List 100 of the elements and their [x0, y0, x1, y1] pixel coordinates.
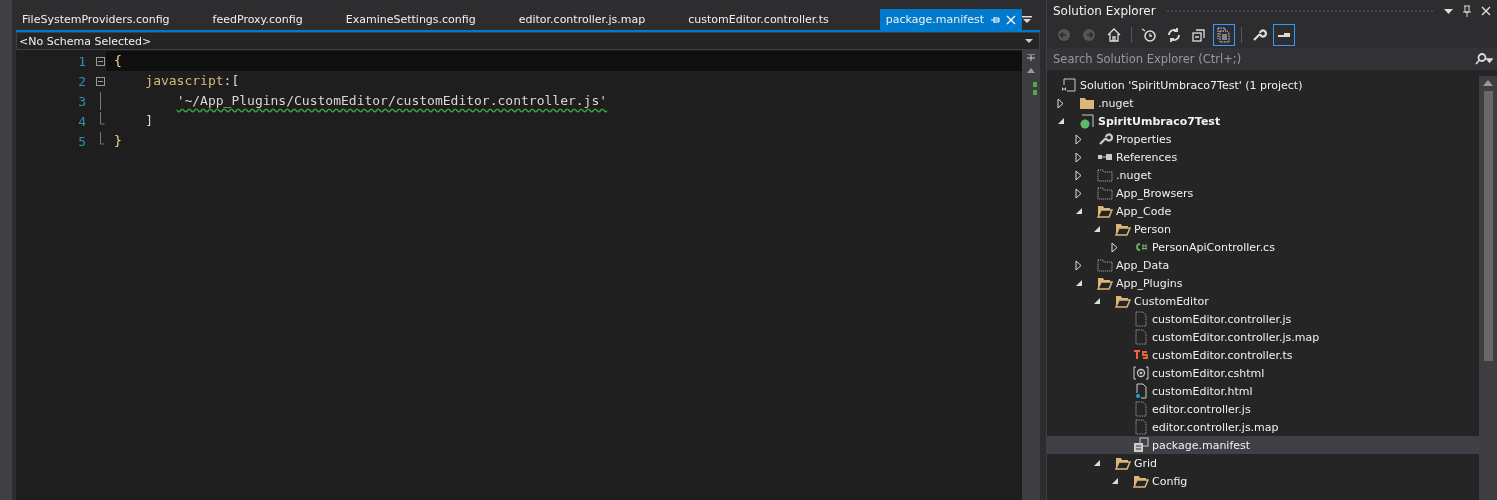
open-folder-icon: [1133, 473, 1149, 489]
scrollbar[interactable]: [1022, 50, 1040, 500]
schema-dropdown[interactable]: <No Schema Selected>: [16, 32, 1040, 50]
caret-icon: [1025, 38, 1033, 44]
html-file-icon: [1133, 383, 1149, 399]
collapsed-arrow-icon[interactable]: [1075, 259, 1082, 271]
dropdown-icon[interactable]: [1444, 8, 1453, 14]
tree-item[interactable]: App_Data: [1047, 256, 1479, 274]
code-line: }: [113, 132, 123, 150]
collapsed-arrow-icon[interactable]: [1057, 97, 1064, 109]
manifest-file-icon: [1133, 437, 1149, 453]
files-button[interactable]: [1213, 24, 1235, 46]
tree-item[interactable]: Properties: [1047, 130, 1479, 148]
tab-list-dropdown-icon[interactable]: [1022, 16, 1032, 24]
preview-button[interactable]: [1273, 24, 1295, 46]
tree-item[interactable]: App_Code: [1047, 202, 1479, 220]
change-marker: [1033, 82, 1037, 87]
globe-project-icon: [1079, 113, 1095, 129]
tree-item[interactable]: Person: [1047, 220, 1479, 238]
code-line: '~/App_Plugins/CustomEditor/customEditor.controller.js': [175, 92, 609, 110]
tree-item[interactable]: package.manifest: [1047, 436, 1479, 454]
code-line: javascript:[: [144, 72, 241, 90]
tree-item[interactable]: .nuget: [1047, 166, 1479, 184]
collapsed-arrow-icon[interactable]: [1075, 151, 1082, 163]
tree-item[interactable]: Solution 'SpiritUmbraco7Test' (1 project): [1047, 76, 1479, 94]
razor-file-icon: [1133, 365, 1149, 381]
sync-icon: [1166, 27, 1182, 43]
collapse-all-icon: [1191, 27, 1207, 43]
scroll-up-arrow-icon[interactable]: [1027, 68, 1035, 73]
expanded-arrow-icon[interactable]: [1093, 225, 1101, 233]
solution-icon: [1061, 77, 1077, 93]
open-folder-icon: [1115, 455, 1131, 471]
tree-item[interactable]: App_Plugins: [1047, 274, 1479, 292]
expanded-arrow-icon[interactable]: [1093, 297, 1101, 305]
tree-item[interactable]: .nuget: [1047, 94, 1479, 112]
line-number: 3: [77, 93, 87, 109]
tree-item[interactable]: CustomEditor: [1047, 292, 1479, 310]
file-icon: [1133, 329, 1149, 345]
change-marker: [1033, 90, 1037, 95]
tree-item[interactable]: Config: [1047, 472, 1479, 490]
home-icon: [1106, 27, 1122, 43]
collapsed-arrow-icon[interactable]: [1111, 241, 1118, 253]
file-tab[interactable]: FileSystemProviders.config: [20, 9, 211, 30]
history-icon: [1141, 27, 1157, 43]
expanded-arrow-icon[interactable]: [1075, 207, 1083, 215]
split-icon[interactable]: [1026, 54, 1036, 62]
back-icon: [1056, 27, 1072, 43]
tree-item[interactable]: editor.controller.js.map: [1047, 418, 1479, 436]
line-number: 1: [77, 53, 87, 69]
expanded-arrow-icon[interactable]: [1093, 459, 1101, 467]
expanded-arrow-icon[interactable]: [1057, 117, 1065, 125]
file-icon: [1133, 401, 1149, 417]
file-icon: [1133, 311, 1149, 327]
file-tab[interactable]: feedProxy.config: [210, 9, 344, 30]
tree-item[interactable]: customEditor.html: [1047, 382, 1479, 400]
panel-title: Solution Explorer: [1053, 4, 1156, 18]
dotted-folder-icon: [1097, 185, 1113, 201]
scroll-thumb[interactable]: [1483, 91, 1493, 361]
search-field[interactable]: Search Solution Explorer (Ctrl+;): [1047, 48, 1471, 70]
line-number: 2: [77, 73, 87, 89]
files-icon: [1216, 27, 1232, 43]
tree-item[interactable]: customEditor.controller.js.map: [1047, 328, 1479, 346]
dotted-folder-icon: [1097, 257, 1113, 273]
tree-item[interactable]: App_Browsers: [1047, 184, 1479, 202]
collapsed-arrow-icon[interactable]: [1075, 169, 1082, 181]
open-folder-icon: [1115, 221, 1131, 237]
open-folder-icon: [1115, 293, 1131, 309]
expanded-arrow-icon[interactable]: [1111, 477, 1119, 485]
line-number: 5: [77, 133, 87, 149]
file-tab[interactable]: ExamineSettings.config: [343, 9, 517, 30]
tree-item[interactable]: customEditor.cshtml: [1047, 364, 1479, 382]
scrollbar[interactable]: [1479, 76, 1497, 500]
file-tab[interactable]: customEditor.controller.ts: [686, 9, 870, 30]
tree-item[interactable]: SpiritUmbraco7Test: [1047, 112, 1479, 130]
forward-icon: [1081, 27, 1097, 43]
open-folder-icon: [1097, 203, 1113, 219]
collapsed-arrow-icon[interactable]: [1075, 187, 1082, 199]
tree-item[interactable]: customEditor.controller.js: [1047, 310, 1479, 328]
collapsed-arrow-icon[interactable]: [1075, 133, 1082, 145]
open-folder-icon: [1097, 275, 1113, 291]
tree-item[interactable]: PersonApiController.cs: [1047, 238, 1479, 256]
expanded-arrow-icon[interactable]: [1075, 279, 1083, 287]
dotted-folder-icon: [1097, 167, 1113, 183]
scroll-up-arrow-icon[interactable]: [1483, 80, 1493, 86]
pin-icon[interactable]: [1463, 5, 1471, 17]
tree-item[interactable]: Grid: [1047, 454, 1479, 472]
wrench-icon: [1251, 27, 1267, 43]
collapse-icon[interactable]: [95, 56, 105, 66]
folder-icon: [1079, 95, 1095, 111]
code-line: ]: [144, 112, 155, 130]
tree-item[interactable]: References: [1047, 148, 1479, 166]
search-icon[interactable]: [1471, 48, 1497, 70]
file-icon: [1133, 419, 1149, 435]
close-icon[interactable]: [1481, 6, 1491, 16]
wrench-icon: [1097, 131, 1113, 147]
file-tab[interactable]: editor.controller.js.map: [516, 9, 687, 30]
tree-item[interactable]: editor.controller.js: [1047, 400, 1479, 418]
collapse-icon[interactable]: [95, 76, 105, 86]
line-number: 4: [77, 113, 87, 129]
tree-item[interactable]: customEditor.controller.ts: [1047, 346, 1479, 364]
